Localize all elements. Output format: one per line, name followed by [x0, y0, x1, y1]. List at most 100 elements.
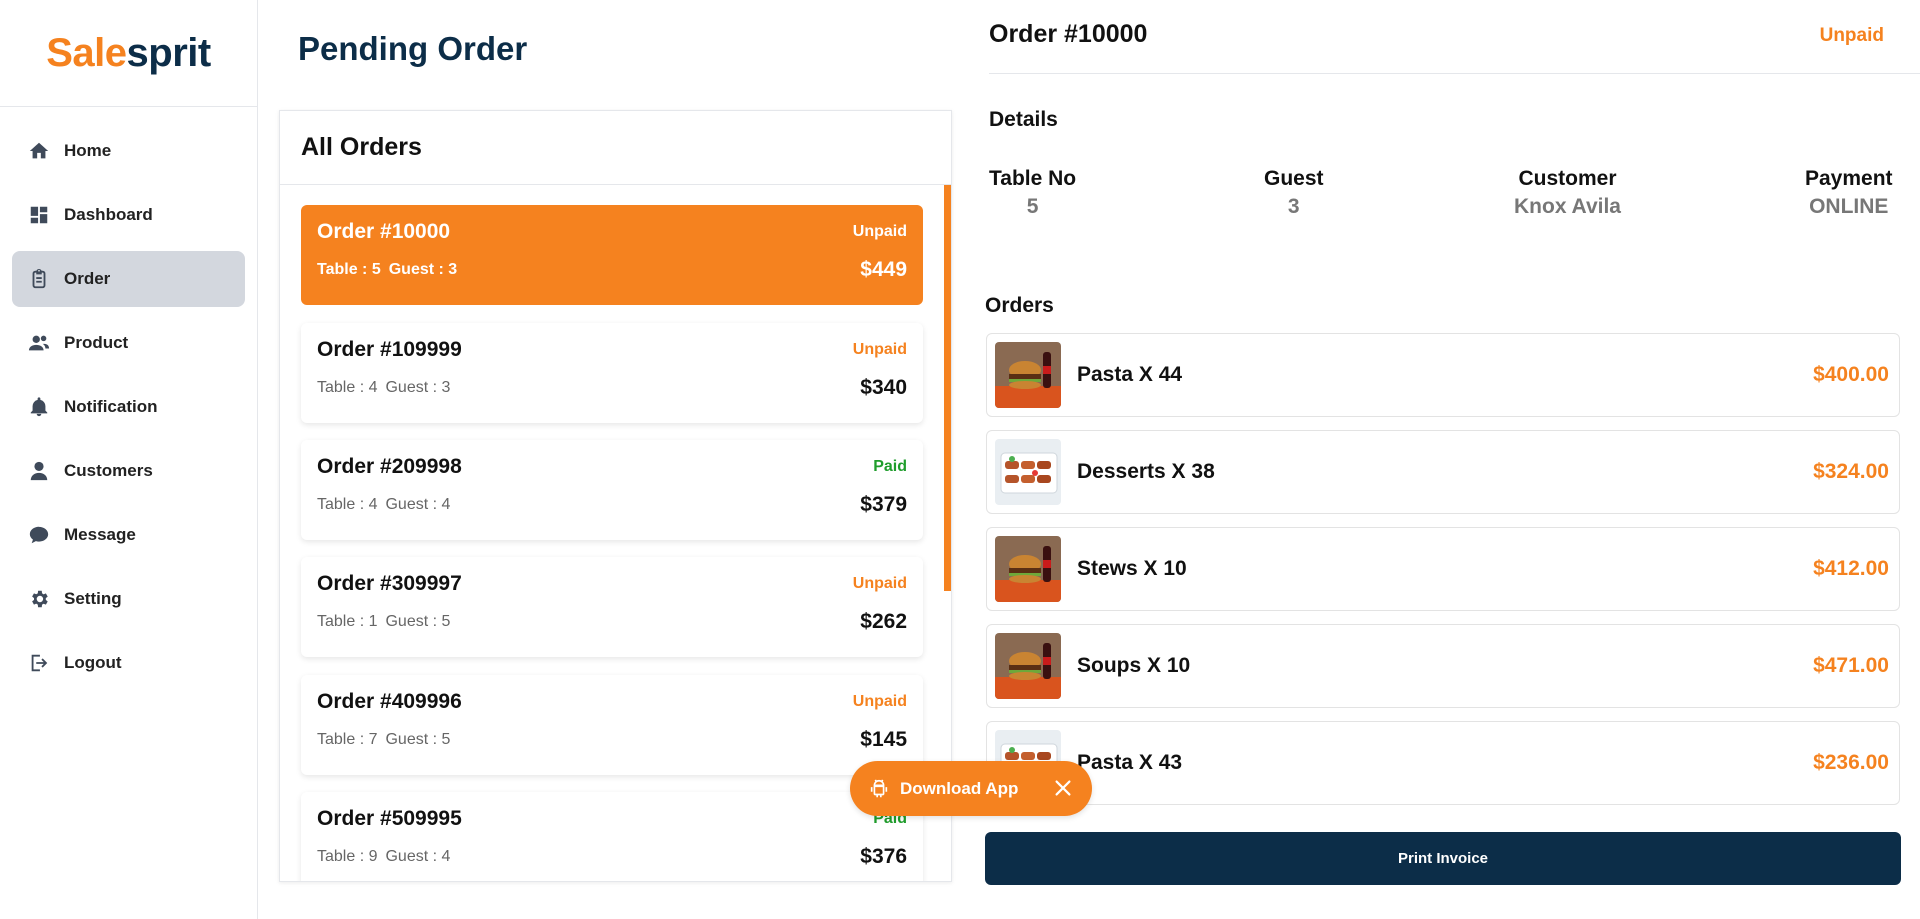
sidebar-item-label: Notification — [64, 397, 158, 416]
sidebar-item-customers[interactable]: Customers — [12, 443, 245, 499]
order-card-meta: Table : 4 Guest : 3 — [317, 379, 458, 397]
sidebar-item-logout[interactable]: Logout — [12, 635, 245, 691]
order-card-meta: Table : 4 Guest : 4 — [317, 496, 458, 514]
android-icon — [870, 778, 888, 797]
order-card[interactable]: Order #109999 Unpaid Table : 4 Guest : 3 $3… — [301, 323, 923, 423]
info-key: Customer — [1518, 167, 1617, 190]
info-key: Guest — [1264, 167, 1324, 190]
order-card-guest: Guest : 4 — [385, 848, 451, 865]
user-icon — [28, 460, 50, 482]
sidebar-item-setting[interactable]: Setting — [12, 571, 245, 627]
home-icon — [28, 140, 50, 162]
order-card-title: Order #309997 — [317, 572, 462, 595]
order-card[interactable]: Order #209998 Paid Table : 4 Guest : 4 $379 — [301, 440, 923, 540]
orders-list-title: All Orders — [280, 111, 951, 185]
sidebar: Sale sprit Home Dashboard Order Product N… — [0, 0, 258, 919]
sidebar-nav: Home Dashboard Order Product Notificatio… — [0, 107, 257, 691]
sidebar-item-home[interactable]: Home — [12, 123, 245, 179]
brand-part-2: sprit — [126, 30, 212, 75]
order-detail-panel: Order #10000 Unpaid Details Table No 5 G… — [969, 0, 1920, 919]
order-card-title: Order #109999 — [317, 338, 462, 361]
order-item-price: $400.00 — [1813, 363, 1889, 386]
order-item-row[interactable]: Soups X 10 $471.00 — [986, 624, 1900, 708]
download-app-pill[interactable]: Download App — [850, 761, 1092, 816]
order-card-price: $340 — [860, 376, 907, 399]
sidebar-item-label: Logout — [64, 653, 122, 672]
order-card-price: $262 — [860, 610, 907, 633]
order-item-price: $471.00 — [1813, 654, 1889, 677]
sidebar-item-product[interactable]: Product — [12, 315, 245, 371]
info-value: 5 — [1026, 195, 1039, 218]
order-item-name: Desserts X 38 — [1077, 460, 1215, 483]
order-card[interactable]: Order #10000 Unpaid Table : 5 Guest : 3 $44… — [301, 205, 923, 305]
order-card-price: $379 — [860, 493, 907, 516]
burger-thumbnail — [995, 342, 1061, 408]
order-card-meta: Table : 1 Guest : 5 — [317, 613, 458, 631]
sidebar-item-label: Product — [64, 333, 129, 352]
users-icon — [28, 332, 50, 354]
order-card-table: Table : 9 — [317, 848, 378, 865]
order-card-status: Unpaid — [852, 693, 907, 710]
info-value: Knox Avila — [1514, 195, 1621, 218]
order-card-price: $145 — [860, 728, 907, 751]
page-title: Pending Order — [298, 30, 528, 67]
sidebar-item-dashboard[interactable]: Dashboard — [12, 187, 245, 243]
info-value: 3 — [1287, 195, 1300, 218]
order-card-table: Table : 4 — [317, 496, 378, 513]
order-card-price: $376 — [860, 845, 907, 868]
logout-icon — [28, 652, 50, 674]
info-table-no: Table No 5 — [989, 167, 1076, 219]
order-card-guest: Guest : 5 — [385, 613, 451, 630]
sidebar-item-label: Dashboard — [64, 205, 153, 224]
order-item-price: $236.00 — [1813, 751, 1889, 774]
brand-logo[interactable]: Sale sprit — [0, 0, 257, 107]
sidebar-item-notification[interactable]: Notification — [12, 379, 245, 435]
print-invoice-button[interactable]: Print Invoice — [985, 832, 1901, 885]
sidebar-item-label: Customers — [64, 461, 153, 480]
dashboard-icon — [28, 204, 50, 226]
order-item-name: Pasta X 44 — [1077, 363, 1183, 386]
order-item-row[interactable]: Desserts X 38 $324.00 — [986, 430, 1900, 514]
order-card-meta: Table : 7 Guest : 5 — [317, 731, 458, 749]
info-customer: Customer Knox Avila — [1514, 167, 1621, 219]
app-root: Sale sprit Home Dashboard Order Product N… — [0, 0, 1920, 919]
brand-part-1: Sale — [46, 30, 127, 75]
order-card-table: Table : 4 — [317, 379, 378, 396]
sidebar-item-label: Setting — [64, 589, 122, 608]
order-card-title: Order #409996 — [317, 690, 462, 713]
order-card-price: $449 — [860, 258, 907, 281]
info-guest: Guest 3 — [1264, 167, 1324, 219]
order-card-table: Table : 1 — [317, 613, 378, 630]
order-item-row[interactable]: Pasta X 44 $400.00 — [986, 333, 1900, 417]
order-item-row[interactable]: Stews X 10 $412.00 — [986, 527, 1900, 611]
order-item-price: $412.00 — [1813, 557, 1889, 580]
orders-list-panel: All Orders Order #10000 Unpaid Table : 5 G… — [279, 110, 952, 882]
close-icon[interactable] — [1052, 777, 1074, 799]
order-card-status: Unpaid — [852, 575, 907, 592]
order-item-name: Stews X 10 — [1077, 557, 1187, 580]
orders-list-scrollbar[interactable] — [944, 185, 951, 591]
order-card-guest: Guest : 5 — [385, 731, 451, 748]
sidebar-item-order[interactable]: Order — [12, 251, 245, 307]
order-detail-title: Order #10000 — [989, 20, 1148, 48]
info-value: ONLINE — [1809, 195, 1889, 218]
order-card-title: Order #509995 — [317, 807, 462, 830]
order-card-guest: Guest : 3 — [388, 261, 458, 278]
gear-icon — [28, 588, 50, 610]
sidebar-item-message[interactable]: Message — [12, 507, 245, 563]
order-item-price: $324.00 — [1813, 460, 1889, 483]
order-card-table: Table : 7 — [317, 731, 378, 748]
order-card[interactable]: Order #409996 Unpaid Table : 7 Guest : 5 $1… — [301, 675, 923, 775]
order-card-status: Unpaid — [852, 341, 907, 358]
order-item-row[interactable]: Pasta X 43 $236.00 — [986, 721, 1900, 805]
order-card[interactable]: Order #309997 Unpaid Table : 1 Guest : 5 $2… — [301, 557, 923, 657]
chat-icon — [28, 524, 50, 546]
order-card-guest: Guest : 4 — [385, 496, 451, 513]
info-key: Payment — [1805, 167, 1893, 190]
order-card-title: Order #209998 — [317, 455, 462, 478]
order-card-status: Unpaid — [852, 223, 907, 240]
order-card-guest: Guest : 3 — [385, 379, 451, 396]
order-card-status: Paid — [873, 458, 907, 475]
order-card-meta: Table : 9 Guest : 4 — [317, 848, 458, 866]
order-card[interactable]: Order #509995 Paid Table : 9 Guest : 4 $376 — [301, 792, 923, 881]
